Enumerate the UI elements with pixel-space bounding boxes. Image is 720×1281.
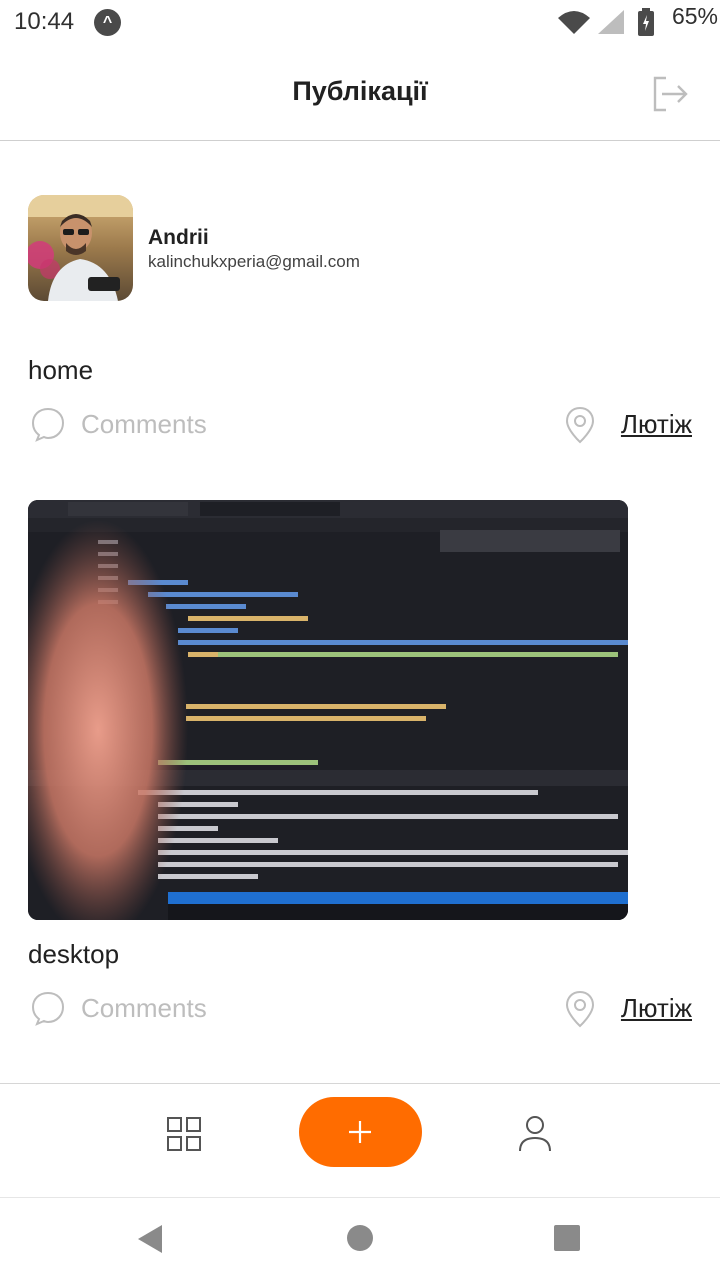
- comments-link[interactable]: Comments: [81, 409, 207, 440]
- plus-icon: [349, 1121, 371, 1143]
- location-pin-icon: [565, 990, 595, 1028]
- grid-icon[interactable]: [166, 1116, 202, 1152]
- user-icon[interactable]: [516, 1114, 554, 1154]
- tab-bar: [0, 1083, 720, 1198]
- profile-email: kalinchukxperia@gmail.com: [148, 252, 360, 271]
- status-bar: 10:44 ^ 65%: [0, 0, 720, 44]
- app-notification-icon: ^: [94, 9, 121, 36]
- location-pin-icon: [565, 406, 595, 444]
- post-photo[interactable]: [28, 500, 628, 920]
- comments-link[interactable]: Comments: [81, 993, 207, 1024]
- header: Публікації: [0, 44, 720, 141]
- status-time: 10:44: [14, 8, 75, 35]
- post-title: home: [28, 355, 94, 385]
- logout-icon[interactable]: [650, 74, 690, 114]
- post-title: desktop: [28, 939, 120, 969]
- avatar: [28, 195, 133, 301]
- location-link[interactable]: Лютіж: [621, 993, 692, 1024]
- home-icon[interactable]: [347, 1225, 373, 1251]
- wifi-icon: [558, 11, 590, 34]
- post-meta-row: Comments Лютіж: [28, 403, 692, 444]
- location-link[interactable]: Лютіж: [621, 409, 692, 440]
- recent-apps-icon[interactable]: [554, 1225, 580, 1251]
- comment-icon[interactable]: [30, 406, 66, 442]
- page-title: Публікації: [292, 76, 428, 106]
- add-post-button[interactable]: [299, 1097, 422, 1167]
- back-icon[interactable]: [136, 1223, 164, 1255]
- comment-icon[interactable]: [30, 990, 66, 1026]
- battery-icon: [638, 8, 654, 36]
- battery-level: 65%: [671, 3, 718, 29]
- system-nav-bar: [0, 1197, 720, 1281]
- profile-card: Andrii kalinchukxperia@gmail.com: [28, 195, 628, 301]
- post-meta-row: Comments Лютіж: [28, 987, 692, 1028]
- signal-icon: [598, 10, 624, 34]
- profile-name: Andrii: [148, 226, 209, 249]
